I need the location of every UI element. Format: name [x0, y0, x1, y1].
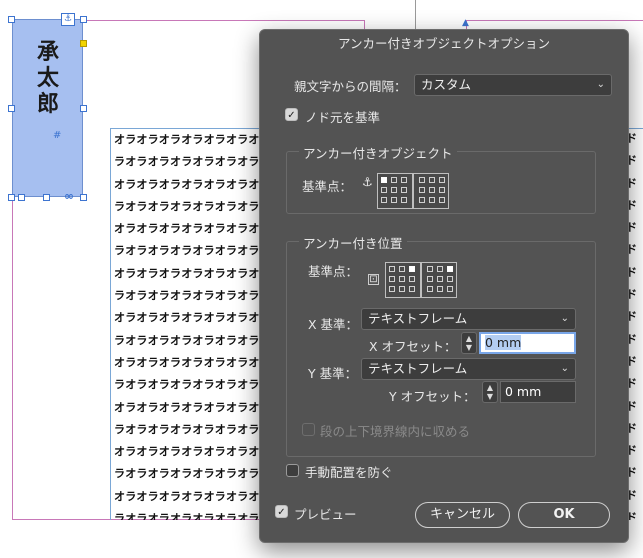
keep-within-column-checkbox[interactable] [302, 423, 315, 436]
handle-bottom-left[interactable] [8, 194, 15, 201]
chevron-down-icon: ⌄ [560, 313, 569, 324]
handle-mid-right[interactable] [80, 105, 87, 112]
anchored-object-group-title: アンカー付きオブジェクト [299, 143, 457, 162]
parent-spacing-value: カスタム [421, 77, 472, 92]
y-offset-stepper[interactable]: ▲ ▼ [482, 381, 498, 403]
prevent-manual-positioning-checkbox[interactable] [286, 464, 299, 477]
x-offset-input[interactable]: 0 mm [479, 332, 576, 354]
margin-guide-top-right [466, 20, 643, 21]
threaded-frame-icon[interactable]: ∞ [64, 189, 74, 203]
margin-guide-top [82, 20, 365, 21]
y-relative-value: テキストフレーム [368, 361, 468, 376]
anchored-object-reference-label: 基準点： [302, 179, 353, 194]
prevent-manual-positioning-label: 手動配置を防ぐ [305, 465, 393, 480]
y-offset-label: Y オフセット： [389, 389, 476, 404]
y-relative-select[interactable]: テキストフレーム ⌄ [361, 358, 576, 380]
x-relative-label: X 基準： [308, 317, 359, 332]
x-offset-label: X オフセット： [369, 339, 457, 354]
x-relative-select[interactable]: テキストフレーム ⌄ [361, 308, 576, 330]
relative-to-spine-label: ノド元を基準 [305, 110, 381, 125]
handle-top-left[interactable] [8, 16, 15, 23]
handle-top-right[interactable] [80, 16, 87, 23]
anchor-icon: ⚓ [362, 175, 373, 189]
chevron-down-icon: ⌄ [560, 363, 569, 374]
hash-marker-icon: # [53, 130, 62, 141]
y-offset-input[interactable]: 0 mm [500, 381, 576, 403]
relative-to-spine-checkbox[interactable]: ✓ [285, 108, 298, 121]
margin-guide-left [12, 197, 13, 520]
preview-checkbox[interactable]: ✓ [275, 505, 288, 518]
anchored-position-group-title: アンカー付き位置 [299, 233, 407, 252]
anchored-object-frame[interactable]: 承 太 郎 # [12, 19, 83, 197]
anchor-marker-icon: ▲ [462, 18, 469, 28]
anchored-object-reference-point-picker[interactable] [377, 169, 449, 209]
x-offset-stepper[interactable]: ▲ ▼ [461, 332, 477, 354]
x-relative-value: テキストフレーム [368, 311, 468, 326]
corner-effect-handle[interactable] [80, 40, 87, 47]
cancel-button[interactable]: キャンセル [415, 502, 510, 528]
parent-spacing-select[interactable]: カスタム ⌄ [414, 74, 612, 96]
dialog-title: アンカー付きオブジェクトオプション [337, 36, 550, 51]
handle-mid-left[interactable] [8, 105, 15, 112]
ok-button[interactable]: OK [518, 502, 610, 528]
anchor-icon[interactable]: ⚓ [61, 13, 75, 26]
chevron-down-icon: ⌄ [596, 79, 605, 90]
handle-bottom-left-2[interactable] [18, 194, 25, 201]
reference-point-icon: ⊡ [368, 274, 379, 285]
anchored-object-text: 承 太 郎 [36, 40, 59, 117]
spread-spine [415, 0, 416, 30]
handle-bottom-right[interactable] [80, 194, 87, 201]
anchored-position-reference-point-picker[interactable] [385, 258, 457, 298]
parent-spacing-label: 親文字からの間隔： [294, 79, 407, 94]
anchored-object-options-dialog: アンカー付きオブジェクトオプション 親文字からの間隔： カスタム ⌄ ✓ ノド元… [259, 29, 629, 543]
handle-bottom-mid[interactable] [43, 194, 50, 201]
anchored-position-reference-label: 基準点： [308, 264, 359, 279]
keep-within-column-label: 段の上下境界線内に収める [320, 424, 471, 439]
y-relative-label: Y 基準： [308, 366, 358, 381]
preview-label: プレビュー [294, 507, 357, 522]
